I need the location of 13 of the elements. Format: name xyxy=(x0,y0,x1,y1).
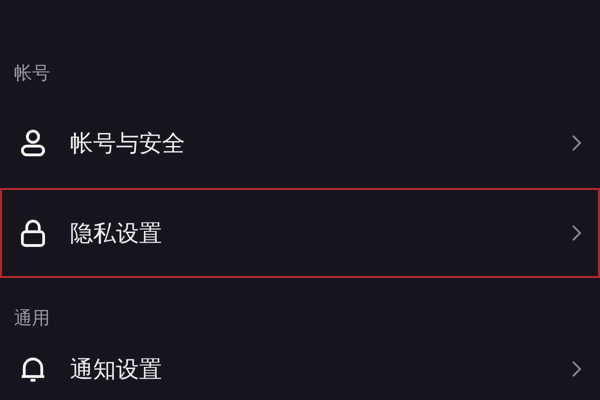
chevron-right-icon xyxy=(571,134,582,152)
chevron-right-icon xyxy=(571,360,582,378)
person-icon xyxy=(18,128,48,158)
item-label: 帐号与安全 xyxy=(70,130,186,158)
settings-item[interactable]: 帐号与安全 xyxy=(0,98,600,188)
item-label: 通知设置 xyxy=(70,356,163,384)
settings-item[interactable]: 通知设置 xyxy=(0,340,600,398)
settings-item[interactable]: 隐私设置 xyxy=(0,188,600,278)
lock-icon xyxy=(18,218,48,248)
item-label: 隐私设置 xyxy=(70,220,163,248)
section-header: 帐号 xyxy=(13,62,50,86)
chevron-right-icon xyxy=(571,224,582,242)
section-header: 通用 xyxy=(13,307,50,331)
